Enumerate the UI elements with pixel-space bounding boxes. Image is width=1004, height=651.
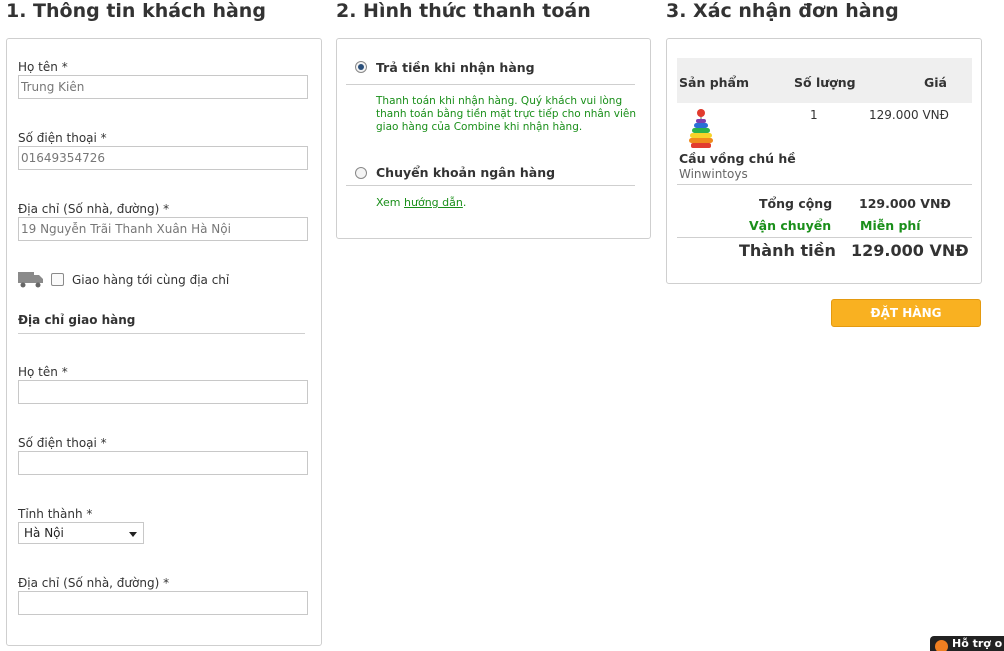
bank-divider: [346, 185, 635, 186]
payment-panel: Trả tiền khi nhận hàng Thanh toán khi nh…: [336, 38, 651, 239]
shipping-fee-label: Vận chuyển: [749, 218, 832, 233]
support-label: Hỗ trợ o: [952, 637, 1003, 650]
cod-label[interactable]: Trả tiền khi nhận hàng: [376, 60, 535, 75]
phone-label: Số điện thoại *: [18, 131, 107, 145]
shipping-fee-value: Miễn phí: [860, 218, 921, 233]
shipping-address-label: Địa chỉ (Số nhà, đường) *: [18, 576, 170, 590]
customer-info-panel: Họ tên * Trung Kiên Số điện thoại * 0164…: [6, 38, 322, 646]
item-divider: [677, 184, 972, 185]
total-value: 129.000 VNĐ: [859, 196, 951, 211]
shipping-phone-input[interactable]: [18, 451, 308, 475]
guide-prefix: Xem: [376, 196, 401, 209]
product-image: [689, 109, 713, 148]
col-price: Giá: [924, 75, 947, 90]
address-input[interactable]: 19 Nguyễn Trãi Thanh Xuân Hà Nội: [18, 217, 308, 241]
guide-suffix: .: [462, 196, 467, 209]
chat-icon: [935, 640, 948, 651]
order-confirm-panel: Sản phẩm Số lượng Giá 1 129.000 VNĐ Cầu …: [666, 38, 982, 284]
cod-divider: [346, 84, 635, 85]
shipping-divider: [18, 333, 305, 334]
place-order-button[interactable]: ĐẶT HÀNG: [831, 299, 981, 327]
bank-transfer-label[interactable]: Chuyển khoản ngân hàng: [376, 165, 555, 180]
confirm-section-title: 3. Xác nhận đơn hàng: [666, 0, 899, 22]
item-name[interactable]: Cầu vồng chú hề: [679, 151, 796, 166]
phone-input[interactable]: 01649354726: [18, 146, 308, 170]
cod-radio[interactable]: [355, 61, 367, 73]
item-brand: Winwintoys: [679, 167, 748, 181]
grand-total-value: 129.000 VNĐ: [851, 241, 969, 260]
grand-total-label: Thành tiền: [739, 241, 836, 260]
address-label: Địa chỉ (Số nhà, đường) *: [18, 202, 170, 216]
name-input[interactable]: Trung Kiên: [18, 75, 308, 99]
chevron-down-icon: [129, 532, 137, 537]
payment-section-title: 2. Hình thức thanh toán: [336, 0, 591, 22]
city-select-value: Hà Nội: [24, 526, 64, 540]
shipping-address-input[interactable]: [18, 591, 308, 615]
item-price: 129.000 VNĐ: [869, 108, 949, 122]
total-label: Tổng cộng: [759, 196, 833, 211]
shipping-address-title: Địa chỉ giao hàng: [18, 313, 136, 327]
item-quantity: 1: [810, 108, 818, 122]
truck-icon: [18, 272, 43, 288]
name-label: Họ tên *: [18, 60, 68, 74]
col-product: Sản phẩm: [679, 75, 749, 90]
col-quantity: Số lượng: [794, 75, 856, 90]
shipping-name-input[interactable]: [18, 380, 308, 404]
shipping-phone-label: Số điện thoại *: [18, 436, 107, 450]
cod-description: Thanh toán khi nhận hàng. Quý khách vui …: [376, 95, 637, 133]
support-chat-button[interactable]: Hỗ trợ o: [930, 636, 1004, 651]
guide-text: Xem hướng dẫn.: [376, 196, 466, 209]
city-select[interactable]: Hà Nội: [18, 522, 144, 544]
order-table-header: Sản phẩm Số lượng Giá: [677, 58, 972, 103]
total-divider: [677, 237, 972, 238]
bank-transfer-radio[interactable]: [355, 167, 367, 179]
shipping-name-label: Họ tên *: [18, 365, 68, 379]
guide-link[interactable]: hướng dẫn: [404, 196, 463, 209]
same-address-checkbox[interactable]: [51, 273, 64, 286]
customer-section-title: 1. Thông tin khách hàng: [6, 0, 266, 22]
same-address-label: Giao hàng tới cùng địa chỉ: [72, 273, 230, 287]
city-label: Tỉnh thành *: [18, 507, 93, 521]
